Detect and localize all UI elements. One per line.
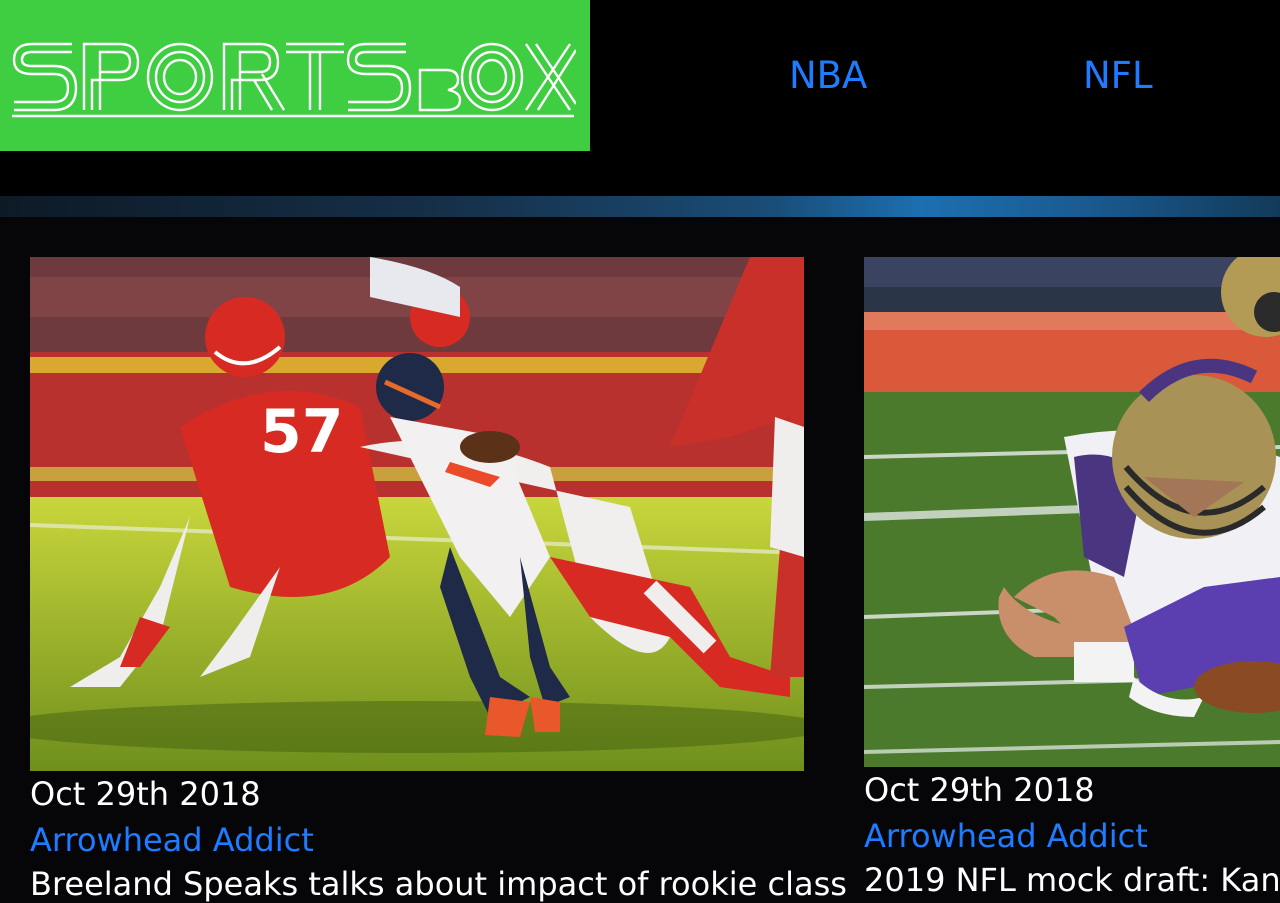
nav-link-nba[interactable]: NBA [789, 54, 867, 98]
article-source-link[interactable]: Arrowhead Addict [30, 821, 314, 859]
nav-link-nfl[interactable]: NFL [1083, 54, 1153, 98]
header-divider-band [0, 196, 1280, 217]
article-card[interactable]: 57 Oct 29th 2018 Arrowhead Addict Breela… [30, 257, 847, 903]
article-card[interactable]: Oct 29th 2018 Arrowhead Addict 2019 NFL … [864, 257, 1280, 899]
article-title[interactable]: Breeland Speaks talks about impact of ro… [30, 865, 847, 903]
article-title[interactable]: 2019 NFL mock draft: Kansas [864, 861, 1280, 899]
article-date: Oct 29th 2018 [864, 771, 1095, 809]
site-header: NBA NFL [0, 0, 1280, 196]
sportsbox-logo-icon [12, 42, 576, 118]
article-image[interactable]: 57 [30, 257, 804, 771]
logo[interactable] [0, 0, 590, 151]
article-source-link[interactable]: Arrowhead Addict [864, 817, 1148, 855]
svg-text:57: 57 [260, 397, 344, 467]
article-date: Oct 29th 2018 [30, 775, 261, 813]
article-image[interactable] [864, 257, 1280, 767]
